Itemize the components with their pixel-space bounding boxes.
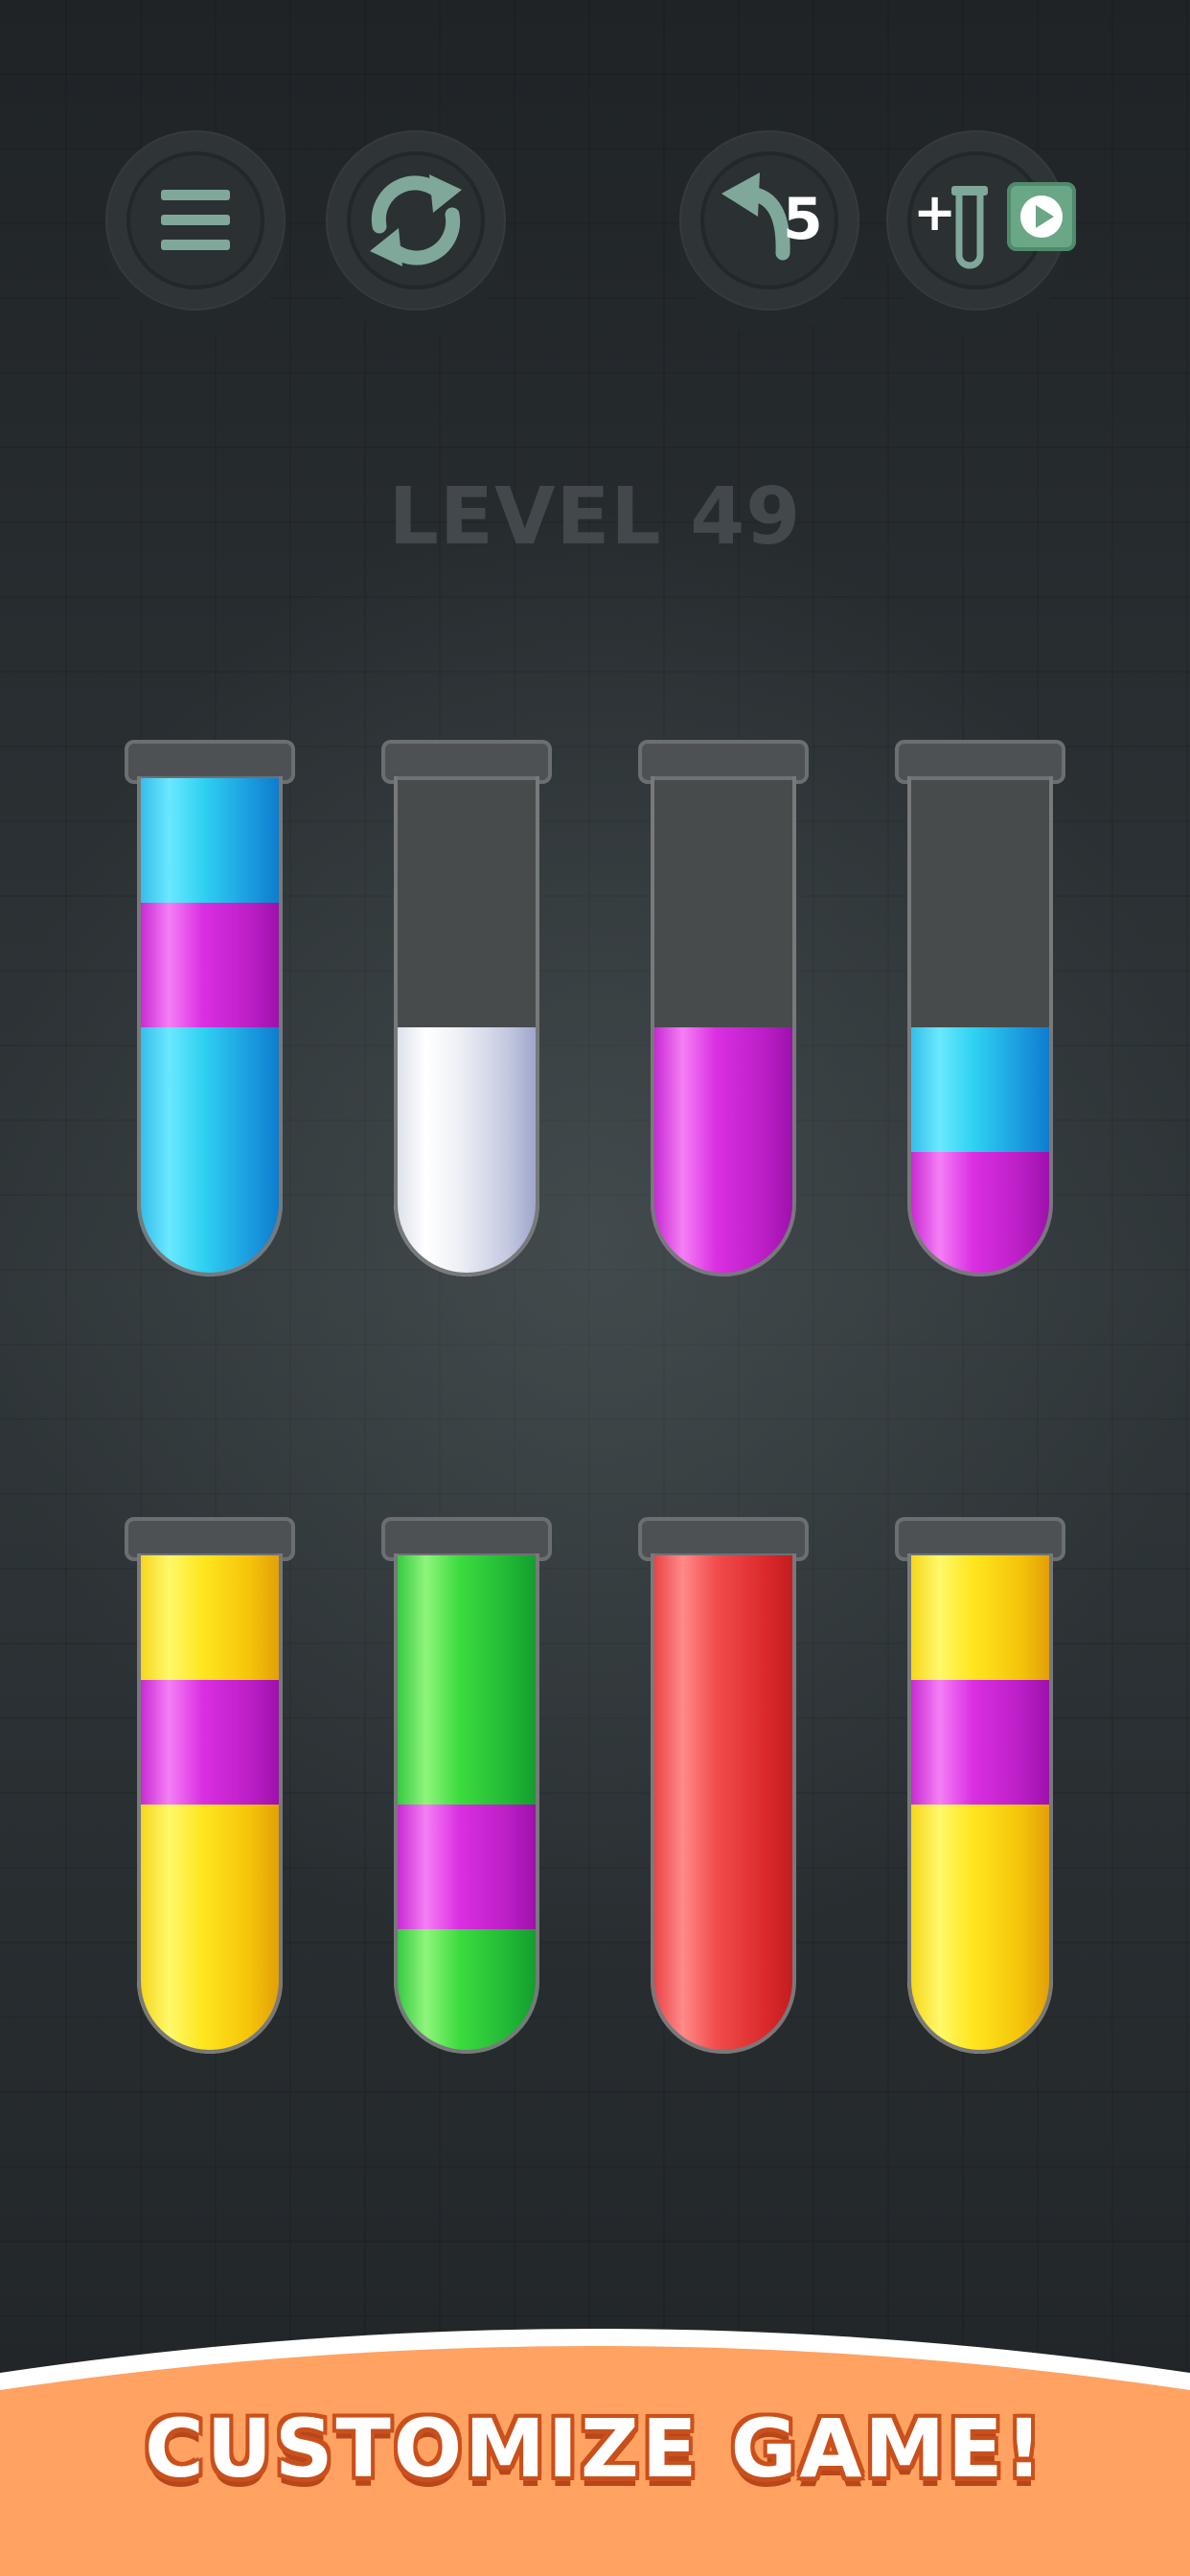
tube-4[interactable] [895, 740, 1065, 1276]
liquid-segment-yellow [137, 1805, 283, 1929]
hamburger-menu-icon [161, 190, 230, 250]
liquid-segment-green [394, 1555, 539, 1680]
liquid-segment-magenta [907, 1152, 1053, 1276]
liquid-segment-magenta [651, 1027, 796, 1152]
liquid-segment-cyan [907, 1027, 1053, 1152]
level-title: LEVEL 49 [388, 472, 802, 563]
undo-arrow-icon [721, 172, 790, 261]
undo-count: 5 [783, 186, 823, 253]
liquid-segment-green [394, 1929, 539, 2054]
liquid-segment-red [651, 1680, 796, 1805]
liquid-segment-magenta [137, 1680, 283, 1805]
liquid-segment-cyan [137, 778, 283, 903]
liquid-segment-yellow [137, 1929, 283, 2054]
undo-button[interactable]: 5 [679, 130, 859, 310]
customize-game-banner[interactable]: CUSTOMIZE GAME! [0, 2396, 1190, 2501]
liquid-segment-white [394, 1027, 539, 1152]
liquid-segment-magenta [394, 1805, 539, 1929]
liquid-segment-cyan [137, 1152, 283, 1276]
liquid-segment-magenta [137, 903, 283, 1027]
liquid-segment-cyan [137, 1027, 283, 1152]
liquid-segment-yellow [907, 1805, 1053, 1929]
tube-2[interactable] [381, 740, 552, 1276]
liquid-segment-yellow [137, 1555, 283, 1680]
tube-8[interactable] [895, 1517, 1065, 2054]
tube-7[interactable] [638, 1517, 809, 2054]
tube-1[interactable] [125, 740, 295, 1276]
tube-6[interactable] [381, 1517, 552, 2054]
play-video-icon [1007, 182, 1076, 251]
restart-arrows-icon [370, 174, 462, 266]
restart-button[interactable] [326, 130, 506, 310]
liquid-segment-green [394, 1680, 539, 1805]
add-tube-button[interactable]: + [886, 130, 1076, 310]
liquid-segment-magenta [651, 1152, 796, 1276]
liquid-segment-white [394, 1152, 539, 1276]
liquid-segment-yellow [907, 1929, 1053, 2054]
liquid-segment-red [651, 1805, 796, 1929]
liquid-segment-magenta [907, 1680, 1053, 1805]
liquid-segment-yellow [907, 1555, 1053, 1680]
tube-5[interactable] [125, 1517, 295, 2054]
menu-button[interactable] [105, 130, 286, 310]
liquid-segment-red [651, 1929, 796, 2054]
liquid-segment-red [651, 1555, 796, 1680]
tube-3[interactable] [638, 740, 809, 1276]
